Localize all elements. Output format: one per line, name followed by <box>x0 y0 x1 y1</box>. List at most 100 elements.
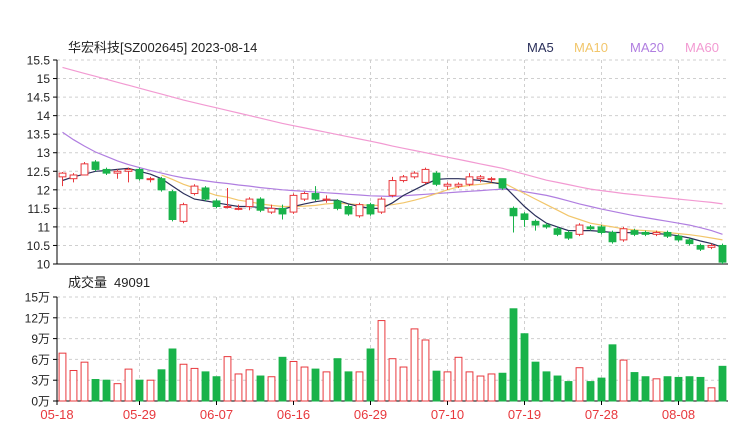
candle-body <box>663 231 672 237</box>
volume-bar <box>707 387 716 402</box>
candle-body <box>245 198 254 208</box>
volume-bar <box>564 381 573 402</box>
legend-ma5: MA5 <box>527 40 554 55</box>
volume-bar <box>113 383 122 402</box>
date-axis: 05-18 05-29 06-07 06-16 06-29 07-10 07-19 07-28… <box>40 401 695 422</box>
candle-body <box>685 239 694 245</box>
candle-body <box>333 200 342 209</box>
candle-body <box>168 191 177 220</box>
candle-body <box>674 235 683 241</box>
candle-body <box>619 228 628 241</box>
volume-bar <box>696 376 705 402</box>
volume-bar <box>234 373 243 402</box>
candle-body <box>641 231 650 235</box>
price-tick-label: 11 <box>38 220 51 234</box>
candle-body <box>256 198 265 211</box>
price-tick-label: 14 <box>37 109 51 123</box>
volume-bars <box>58 308 727 402</box>
volume-bar <box>322 371 331 402</box>
volume-bar <box>509 308 518 402</box>
volume-bar <box>201 371 210 402</box>
volume-bar <box>245 369 254 402</box>
candle-body <box>586 226 595 230</box>
volume-bar <box>91 379 100 402</box>
candle-body <box>718 244 727 263</box>
candle-body <box>575 224 584 235</box>
candle-body <box>476 176 485 180</box>
legend-ma20: MA20 <box>630 40 664 55</box>
price-tick-label: 10.5 <box>27 239 51 253</box>
candle-body <box>652 231 661 235</box>
candle-body <box>388 180 397 196</box>
candle-body <box>190 185 199 195</box>
volume-bar <box>355 371 364 402</box>
candle-body <box>124 168 133 172</box>
volume-bar <box>80 361 89 402</box>
candle-body <box>531 220 540 226</box>
candle-body <box>421 168 430 183</box>
price-tick-label: 15 <box>37 72 51 86</box>
date-tick-label: 08-08 <box>662 407 695 422</box>
candle-body <box>509 207 518 217</box>
volume-bar <box>652 378 661 402</box>
volume-bar <box>377 320 386 402</box>
ma-legend: MA5 MA10 MA20 MA60 <box>527 40 719 55</box>
volume-bar <box>465 371 474 402</box>
volume-bar <box>575 367 584 402</box>
candle-body <box>366 204 375 215</box>
volume-bar <box>630 372 639 402</box>
date-tick-label: 05-29 <box>123 407 156 422</box>
price-tick-label: 10 <box>37 258 51 272</box>
price-tick-label: 14.5 <box>27 91 51 105</box>
volume-bar <box>190 367 199 402</box>
volume-bar <box>157 369 166 402</box>
candle-body <box>487 178 496 181</box>
candle-body <box>542 224 551 228</box>
volume-bar <box>685 376 694 402</box>
volume-bar <box>597 377 606 402</box>
volume-bar <box>168 348 177 402</box>
candle-body <box>212 200 221 208</box>
volume-bar <box>520 333 529 402</box>
volume-bar <box>553 375 562 402</box>
candle-body <box>201 187 210 200</box>
candle-body <box>520 213 529 220</box>
candle-body <box>377 198 386 213</box>
volume-bar <box>289 360 298 402</box>
volume-bar <box>619 359 628 402</box>
candle-body <box>432 172 441 185</box>
volume-bar <box>421 339 430 402</box>
volume-bar <box>212 376 221 402</box>
date-tick-label: 07-19 <box>508 407 541 422</box>
candle-body <box>498 178 507 189</box>
price-tick-label: 11.5 <box>28 202 51 216</box>
volume-tick-label: 3万 <box>31 374 50 388</box>
candle-body <box>80 163 89 176</box>
candle-body <box>91 161 100 170</box>
volume-bar <box>58 352 67 402</box>
volume-bar <box>366 348 375 402</box>
date-tick-label: 06-16 <box>277 407 310 422</box>
candle-body <box>223 206 232 209</box>
volume-tick-label: 15万 <box>25 291 50 305</box>
volume-bar <box>388 358 397 402</box>
candle-body <box>322 198 331 201</box>
volume-label: 成交量 <box>68 275 107 290</box>
date-tick-label: 05-18 <box>40 407 73 422</box>
candle-body <box>311 193 320 200</box>
chart-title: 华宏科技[SZ002645] 2023-08-14 <box>68 40 257 55</box>
volume-bar <box>399 366 408 402</box>
candle-body <box>630 230 639 235</box>
candle-body <box>278 207 287 215</box>
candle-body <box>344 206 353 215</box>
candle-body <box>454 183 463 187</box>
candle-body <box>597 226 606 233</box>
date-tick-label: 07-28 <box>585 407 618 422</box>
volume-bar <box>124 368 133 402</box>
candle-body <box>146 178 155 181</box>
candle-body <box>135 168 144 180</box>
volume-bar <box>69 369 78 402</box>
candle-body <box>355 204 364 217</box>
volume-bar <box>663 376 672 402</box>
volume-tick-label: 6万 <box>31 353 50 367</box>
